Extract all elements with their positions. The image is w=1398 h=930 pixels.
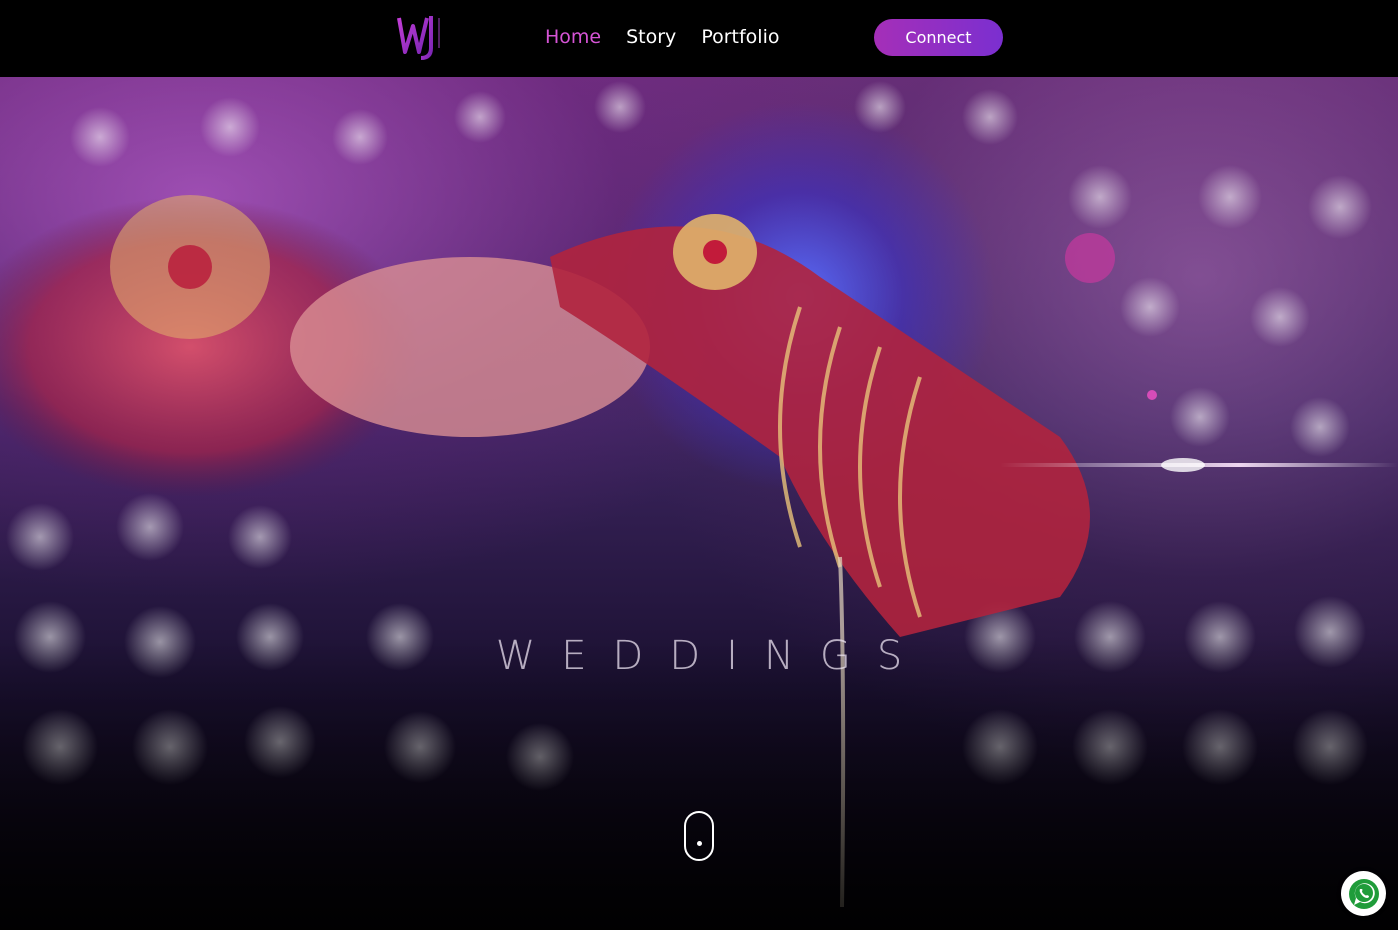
wj-monogram-logo-icon [397,16,440,60]
hero-bottom-fade [0,637,1398,930]
hero-banner: WEDDINGS [0,77,1398,930]
connect-button[interactable]: Connect [874,19,1003,56]
whatsapp-button[interactable] [1341,871,1386,916]
nav-portfolio[interactable]: Portfolio [701,24,779,50]
brand-logo[interactable] [393,12,447,62]
whatsapp-icon [1348,878,1379,909]
main-nav: Home Story Portfolio [545,24,779,50]
mouse-scroll-icon[interactable] [684,811,714,861]
hero-title: WEDDINGS [495,633,929,679]
scroll-dot [697,841,702,846]
nav-story[interactable]: Story [626,24,676,50]
site-header: Home Story Portfolio Connect [0,0,1398,77]
nav-home[interactable]: Home [545,24,601,50]
